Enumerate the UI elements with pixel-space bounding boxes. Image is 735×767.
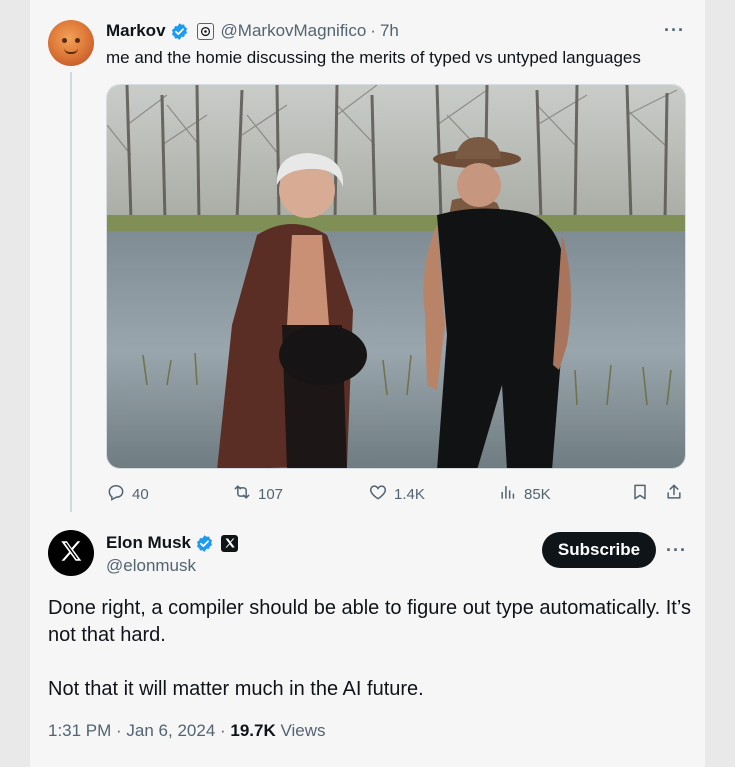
- quoted-actions: 40 107 1.4K 85K: [106, 480, 686, 508]
- views-count: 85K: [524, 485, 551, 503]
- thread-line: [70, 72, 72, 512]
- reply-count: 40: [132, 485, 149, 503]
- tweet-card: Markov @MarkovMagnifico · 7h ··· me and …: [30, 0, 705, 767]
- quoted-text: me and the homie discussing the merits o…: [106, 48, 641, 67]
- tweet-time[interactable]: 1:31 PM: [48, 721, 111, 740]
- tweet-text-paragraph-2: Not that it will matter much in the AI f…: [48, 678, 424, 700]
- markov-avatar[interactable]: [48, 20, 94, 66]
- meta-separator: ·: [111, 721, 127, 740]
- bookmark-button[interactable]: [630, 480, 650, 508]
- like-button[interactable]: 1.4K: [368, 480, 425, 508]
- tweet-header: Elon Musk: [106, 532, 239, 554]
- quoted-header: Markov @MarkovMagnifico · 7h: [106, 20, 399, 42]
- quoted-display-name[interactable]: Markov: [106, 21, 166, 41]
- tweet-text-paragraph-1: Done right, a compiler should be able to…: [48, 597, 691, 646]
- more-icon[interactable]: ···: [666, 540, 687, 561]
- tweet-handle[interactable]: @elonmusk: [106, 556, 196, 576]
- reply-button[interactable]: 40: [106, 480, 149, 508]
- like-count: 1.4K: [394, 485, 425, 503]
- tweet-display-name[interactable]: Elon Musk: [106, 533, 191, 553]
- verified-icon: [170, 22, 189, 41]
- repost-button[interactable]: 107: [232, 480, 283, 508]
- quoted-handle[interactable]: @MarkovMagnifico: [221, 21, 367, 41]
- share-button[interactable]: [664, 480, 684, 508]
- meta-separator: ·: [215, 721, 231, 740]
- repost-icon: [232, 482, 252, 506]
- tweet-photo[interactable]: [106, 84, 686, 469]
- more-icon[interactable]: ···: [664, 20, 685, 41]
- bookmark-icon: [630, 482, 650, 506]
- tweet-meta: 1:31 PM · Jan 6, 2024 · 19.7K Views: [48, 721, 326, 741]
- views-button[interactable]: 85K: [498, 480, 551, 508]
- x-logo-icon: [58, 538, 84, 569]
- repost-count: 107: [258, 485, 284, 503]
- tweet-views-label: Views: [280, 721, 326, 740]
- like-icon: [368, 482, 388, 506]
- share-icon: [664, 482, 684, 506]
- verified-icon: [195, 534, 214, 553]
- affiliate-badge-icon[interactable]: [196, 22, 214, 40]
- quoted-separator: ·: [370, 21, 376, 40]
- elon-avatar[interactable]: [48, 530, 94, 576]
- tweet-date[interactable]: Jan 6, 2024: [126, 721, 215, 740]
- views-icon: [498, 482, 518, 506]
- reply-icon: [106, 482, 126, 506]
- subscribe-button[interactable]: Subscribe: [542, 532, 656, 568]
- affiliate-badge-icon[interactable]: [221, 534, 239, 552]
- tweet-views-count: 19.7K: [230, 721, 276, 740]
- quoted-time[interactable]: 7h: [380, 21, 399, 41]
